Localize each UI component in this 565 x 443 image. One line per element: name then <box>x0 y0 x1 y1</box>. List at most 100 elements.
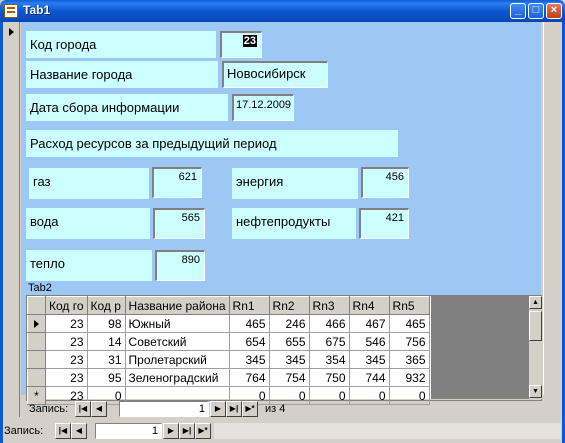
table-cell[interactable]: Пролетарский <box>124 350 230 369</box>
horizontal-scrollbar[interactable] <box>214 423 561 439</box>
water-label: вода <box>26 208 150 239</box>
column-header[interactable]: Код р <box>86 296 126 315</box>
table-cell[interactable]: 756 <box>388 332 430 351</box>
gas-field[interactable]: 621 <box>152 167 202 198</box>
table-cell[interactable]: 31 <box>86 350 126 369</box>
table-cell[interactable]: 467 <box>348 314 390 333</box>
table-cell[interactable]: 345 <box>268 350 310 369</box>
maximize-button[interactable]: □ <box>528 3 544 19</box>
table-cell[interactable]: 932 <box>388 368 430 387</box>
table-cell[interactable]: 345 <box>228 350 270 369</box>
select-all-cell[interactable] <box>27 296 46 315</box>
subform-caption: Tab2 <box>28 282 52 294</box>
datasheet-table: Код го Код р Название района Rn1 Rn2 Rn3… <box>27 296 430 405</box>
table-cell[interactable]: 23 <box>45 314 88 333</box>
last-record-icon[interactable]: ▶| <box>179 423 195 439</box>
scroll-thumb[interactable] <box>529 311 542 341</box>
table-cell[interactable]: 466 <box>308 314 350 333</box>
table-cell[interactable]: 655 <box>268 332 310 351</box>
subform-tab2: Код го Код р Название района Rn1 Rn2 Rn3… <box>26 295 542 405</box>
subform-record-number[interactable]: 1 <box>119 401 209 417</box>
table-cell[interactable]: 23 <box>45 332 88 351</box>
oil-field[interactable]: 421 <box>359 208 409 239</box>
subform-nav-label: Запись: <box>29 403 69 415</box>
main-nav-label: Запись: <box>4 425 44 437</box>
main-record-number[interactable]: 1 <box>95 423 162 439</box>
table-cell[interactable]: 754 <box>268 368 310 387</box>
table-cell[interactable]: 345 <box>348 350 390 369</box>
table-cell[interactable]: 744 <box>348 368 390 387</box>
form-icon <box>4 4 18 18</box>
row-selector[interactable] <box>27 368 46 387</box>
column-header[interactable]: Rn4 <box>348 296 390 315</box>
prev-period-label: Расход ресурсов за предыдущий период <box>26 130 398 157</box>
current-row-arrow-icon <box>34 319 39 328</box>
table-cell[interactable]: 654 <box>228 332 270 351</box>
datasheet-grid: Код го Код р Название района Rn1 Rn2 Rn3… <box>27 296 431 405</box>
table-cell[interactable]: 354 <box>308 350 350 369</box>
next-record-icon[interactable]: ▶ <box>210 401 226 417</box>
table-cell[interactable]: Советский <box>124 332 230 351</box>
water-field[interactable]: 565 <box>153 208 205 239</box>
table-cell[interactable]: Зеленоградский <box>124 368 230 387</box>
column-header[interactable]: Rn2 <box>268 296 310 315</box>
energy-field[interactable]: 456 <box>361 167 409 198</box>
city-code-label: Код города <box>26 31 216 58</box>
table-row[interactable]: 23 31 Пролетарский 345 345 354 345 365 <box>27 350 430 369</box>
prev-record-icon[interactable]: ◀ <box>71 423 87 439</box>
minimize-button[interactable]: _ <box>510 3 526 19</box>
new-record-icon[interactable]: ▶* <box>195 423 211 439</box>
table-cell[interactable]: 98 <box>86 314 126 333</box>
row-selector[interactable] <box>27 332 46 351</box>
subform-record-nav: Запись: |◀ ◀ 1 ▶ ▶| ▶* из 4 <box>27 401 543 418</box>
table-cell[interactable]: 764 <box>228 368 270 387</box>
datasheet-empty-area <box>431 296 529 399</box>
table-cell[interactable]: 465 <box>228 314 270 333</box>
table-cell[interactable]: 546 <box>348 332 390 351</box>
table-cell[interactable]: 675 <box>308 332 350 351</box>
row-selector[interactable] <box>27 350 46 369</box>
main-record-nav: Запись: |◀ ◀ 1 ▶ ▶| ▶* <box>4 423 561 440</box>
table-cell[interactable]: 365 <box>388 350 430 369</box>
close-button[interactable]: × <box>546 3 562 19</box>
table-cell[interactable]: Южный <box>124 314 230 333</box>
table-row[interactable]: 23 98 Южный 465 246 466 467 465 <box>27 314 430 333</box>
table-cell[interactable]: 23 <box>45 368 88 387</box>
record-selector[interactable] <box>3 22 20 417</box>
last-record-icon[interactable]: ▶| <box>226 401 242 417</box>
table-cell[interactable]: 23 <box>45 350 88 369</box>
table-row[interactable]: 23 14 Советский 654 655 675 546 756 <box>27 332 430 351</box>
first-record-icon[interactable]: |◀ <box>75 401 91 417</box>
window-title: Tab1 <box>23 3 51 17</box>
oil-label: нефтепродукты <box>232 208 356 239</box>
column-header[interactable]: Название района <box>124 296 230 315</box>
city-name-field[interactable]: Новосибирск <box>222 61 328 88</box>
heat-field[interactable]: 890 <box>155 250 205 281</box>
city-code-field[interactable]: 23 <box>220 31 262 58</box>
title-bar: Tab1 _ □ × <box>0 0 565 22</box>
scroll-down-icon[interactable]: ▼ <box>529 385 542 398</box>
column-header[interactable]: Rn3 <box>308 296 350 315</box>
form-vertical-scrollbar[interactable] <box>543 22 559 395</box>
next-record-icon[interactable]: ▶ <box>163 423 179 439</box>
column-header[interactable]: Код го <box>45 296 88 315</box>
date-field[interactable]: 17.12.2009 <box>232 94 294 121</box>
energy-label: энергия <box>232 168 358 199</box>
table-cell[interactable]: 246 <box>268 314 310 333</box>
column-header[interactable]: Rn1 <box>228 296 270 315</box>
table-cell[interactable]: 95 <box>86 368 126 387</box>
scroll-up-icon[interactable]: ▲ <box>529 296 542 309</box>
table-cell[interactable]: 465 <box>388 314 430 333</box>
table-cell[interactable]: 750 <box>308 368 350 387</box>
column-header[interactable]: Rn5 <box>388 296 430 315</box>
row-selector[interactable] <box>27 314 46 333</box>
new-record-icon[interactable]: ▶* <box>242 401 258 417</box>
datasheet-vertical-scrollbar[interactable]: ▲ ▼ <box>529 296 542 399</box>
table-row[interactable]: 23 95 Зеленоградский 764 754 750 744 932 <box>27 368 430 387</box>
table-cell[interactable]: 14 <box>86 332 126 351</box>
record-count: из 4 <box>265 403 286 415</box>
prev-record-icon[interactable]: ◀ <box>91 401 107 417</box>
city-name-label: Название города <box>26 61 218 88</box>
gas-label: газ <box>29 168 149 199</box>
first-record-icon[interactable]: |◀ <box>55 423 71 439</box>
